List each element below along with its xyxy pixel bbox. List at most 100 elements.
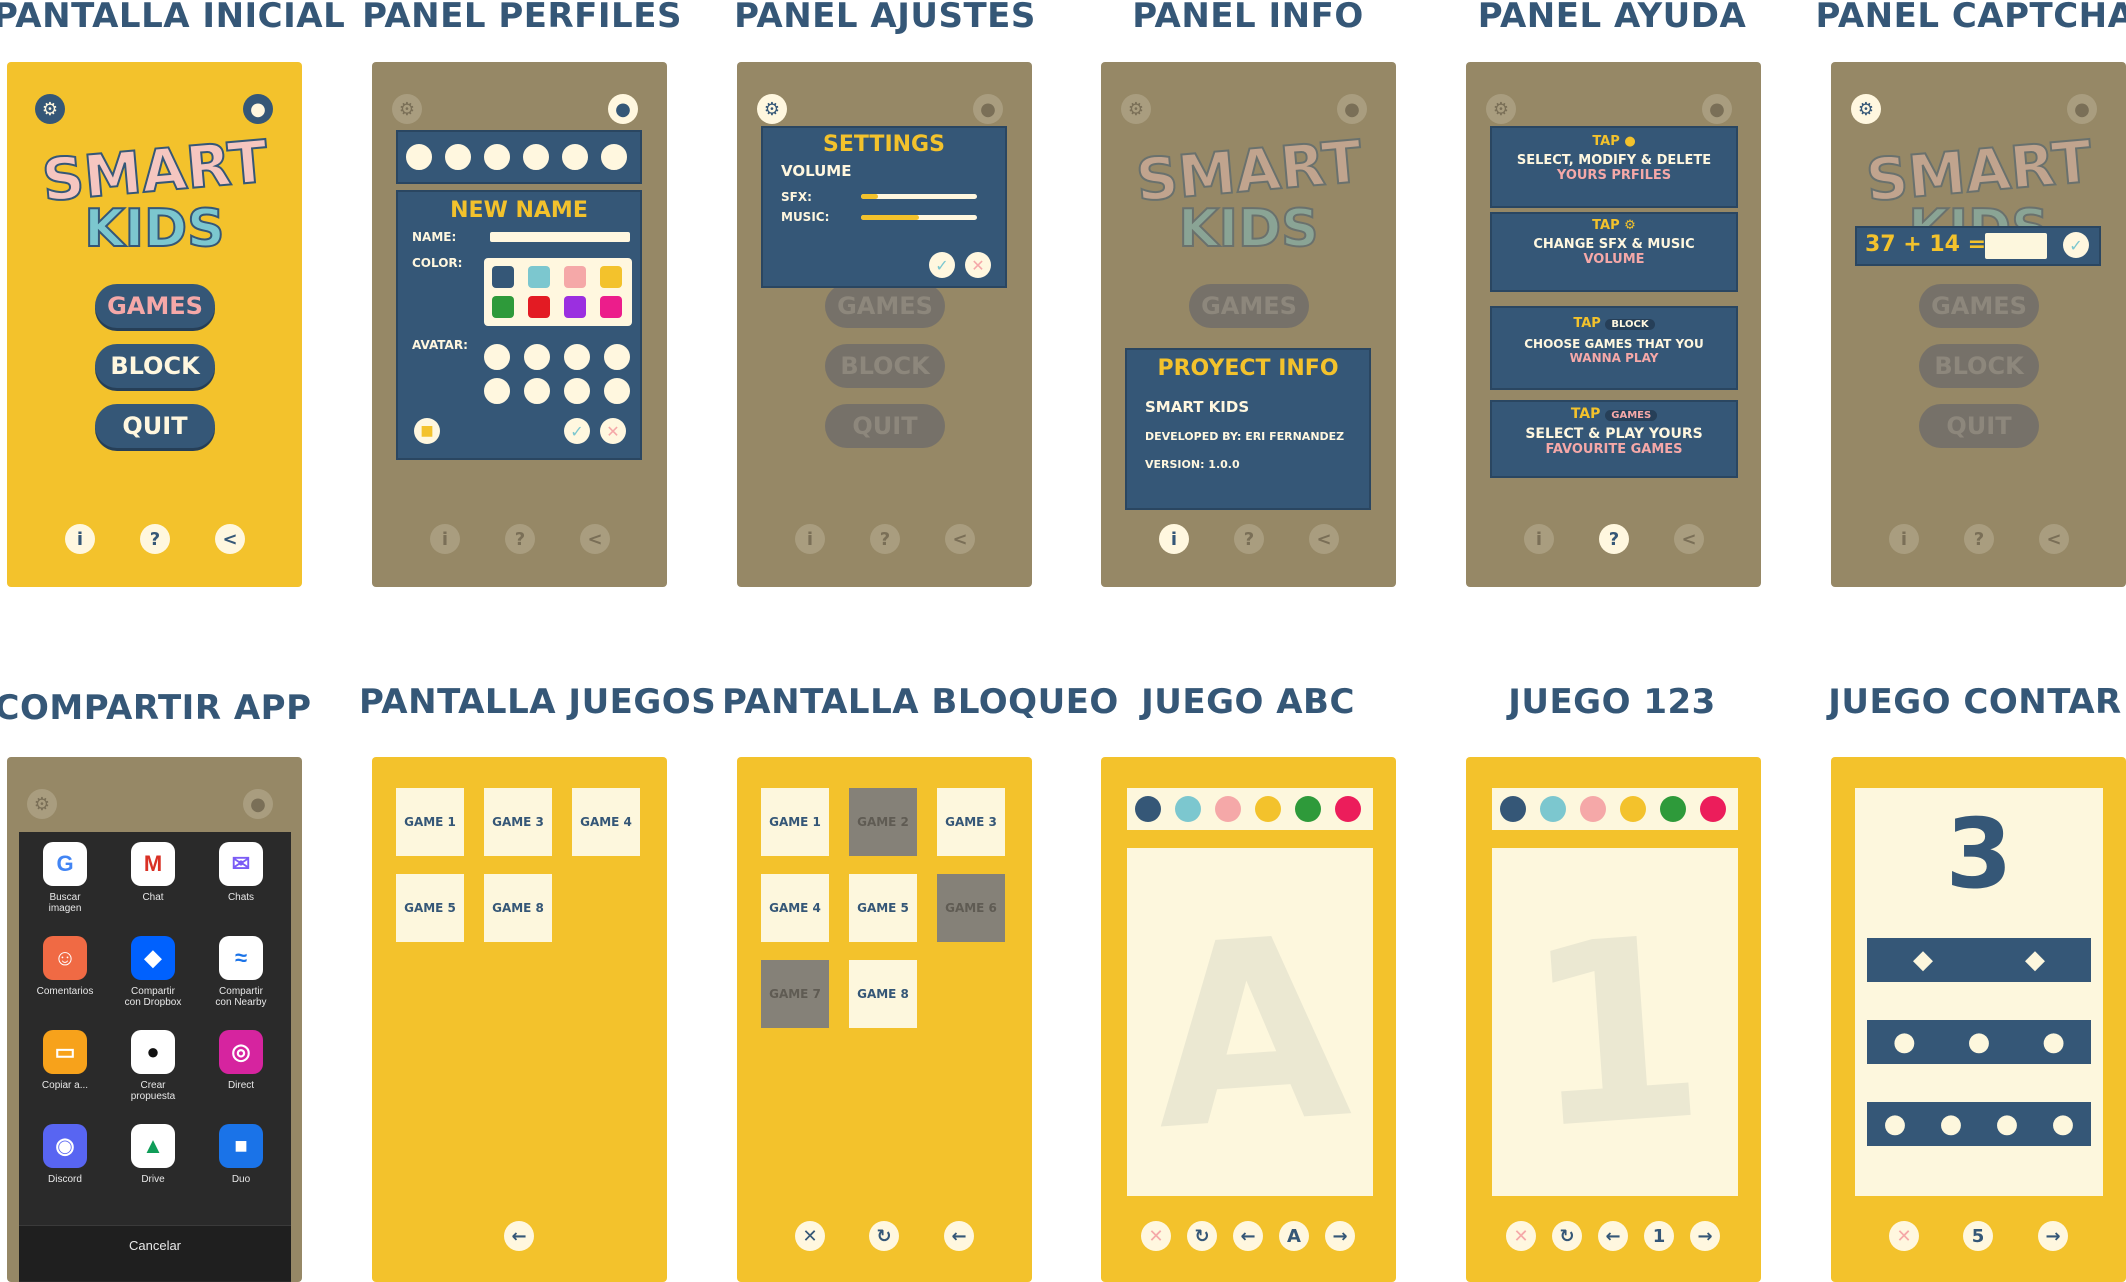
block-button[interactable]: BLOCK xyxy=(95,344,215,388)
trash-icon[interactable]: ■ xyxy=(414,418,440,444)
drawing-canvas[interactable]: 1 xyxy=(1492,848,1738,1196)
color-dot[interactable] xyxy=(1660,796,1686,822)
cancel-icon[interactable]: ✕ xyxy=(965,252,991,278)
color-dot[interactable] xyxy=(1700,796,1726,822)
lock-tile[interactable]: GAME 5 xyxy=(849,874,917,942)
confirm-icon[interactable]: ✓ xyxy=(2063,232,2089,258)
lock-tile[interactable]: GAME 8 xyxy=(849,960,917,1028)
help-icon[interactable]: ? xyxy=(140,524,170,554)
count-option-dogs[interactable]: ● ● ● ● xyxy=(1867,1102,2091,1146)
color-dot[interactable] xyxy=(1335,796,1361,822)
music-slider[interactable] xyxy=(861,215,977,220)
cancel-icon[interactable]: ✕ xyxy=(600,418,626,444)
color-dot[interactable] xyxy=(1620,796,1646,822)
lock-tile-blocked[interactable]: GAME 2 xyxy=(849,788,917,856)
profile-slot-3[interactable] xyxy=(482,142,512,172)
color-swatch-4[interactable] xyxy=(600,266,622,288)
count-option-pigs[interactable]: ● ● ● xyxy=(1867,1020,2091,1064)
avatar-option-cat[interactable] xyxy=(522,342,552,372)
lock-tile[interactable]: GAME 4 xyxy=(761,874,829,942)
avatar-option-bear[interactable] xyxy=(562,342,592,372)
color-dot[interactable] xyxy=(1175,796,1201,822)
confirm-icon[interactable]: ✓ xyxy=(564,418,590,444)
color-dot[interactable] xyxy=(1540,796,1566,822)
gear-icon[interactable]: ⚙ xyxy=(35,94,65,124)
share-target[interactable]: ■ Duo xyxy=(201,1124,281,1185)
sfx-slider[interactable] xyxy=(861,194,977,199)
profile-slot-1[interactable] xyxy=(404,142,434,172)
share-target[interactable]: ◉ Discord xyxy=(25,1124,105,1185)
share-target[interactable]: ▭ Copiar a... xyxy=(25,1030,105,1091)
game-tile[interactable]: GAME 3 xyxy=(484,788,552,856)
close-icon[interactable]: ✕ xyxy=(1141,1221,1171,1251)
avatar-option-rabbit[interactable] xyxy=(522,376,552,406)
share-target[interactable]: ≈ Compartir con Nearby xyxy=(201,936,281,1008)
next-arrow-icon[interactable]: → xyxy=(1690,1221,1720,1251)
close-icon[interactable]: ✕ xyxy=(1506,1221,1536,1251)
count-option-cats[interactable]: ◆ ◆ xyxy=(1867,938,2091,982)
name-input[interactable] xyxy=(490,232,630,242)
back-arrow-icon[interactable]: ← xyxy=(944,1221,974,1251)
back-arrow-icon[interactable]: ← xyxy=(504,1221,534,1251)
share-target[interactable]: ● Crear propuesta xyxy=(113,1030,193,1102)
reset-icon[interactable]: ↻ xyxy=(1552,1221,1582,1251)
share-target[interactable]: ◆ Compartir con Dropbox xyxy=(113,936,193,1008)
prev-arrow-icon[interactable]: ← xyxy=(1598,1221,1628,1251)
lock-tile[interactable]: GAME 3 xyxy=(937,788,1005,856)
close-icon[interactable]: ✕ xyxy=(795,1221,825,1251)
avatar-option-cat-2[interactable] xyxy=(482,376,512,406)
profile-slot-4[interactable] xyxy=(521,142,551,172)
prev-arrow-icon[interactable]: ← xyxy=(1233,1221,1263,1251)
share-target[interactable]: M Chat xyxy=(113,842,193,903)
user-icon[interactable]: ● xyxy=(243,94,273,124)
profile-slot-5[interactable] xyxy=(560,142,590,172)
games-button[interactable]: GAMES xyxy=(95,284,215,328)
gear-icon[interactable]: ⚙ xyxy=(757,94,787,124)
share-target[interactable]: ✉ Chats xyxy=(201,842,281,903)
reset-icon[interactable]: ↻ xyxy=(1187,1221,1217,1251)
info-icon[interactable]: i xyxy=(65,524,95,554)
share-icon[interactable]: < xyxy=(215,524,245,554)
color-dot[interactable] xyxy=(1135,796,1161,822)
drawing-canvas[interactable]: A xyxy=(1127,848,1373,1196)
lock-tile-blocked[interactable]: GAME 7 xyxy=(761,960,829,1028)
help-icon[interactable]: ? xyxy=(1599,524,1629,554)
game-tile[interactable]: GAME 5 xyxy=(396,874,464,942)
color-swatch-8[interactable] xyxy=(600,296,622,318)
profile-slot-6[interactable] xyxy=(599,142,629,172)
user-icon[interactable]: ● xyxy=(608,94,638,124)
avatar-option-dog[interactable] xyxy=(482,342,512,372)
info-icon[interactable]: i xyxy=(1159,524,1189,554)
game-tile[interactable]: GAME 1 xyxy=(396,788,464,856)
avatar-option-person[interactable] xyxy=(602,342,632,372)
share-target[interactable]: ▲ Drive xyxy=(113,1124,193,1185)
next-arrow-icon[interactable]: → xyxy=(2038,1221,2068,1251)
color-swatch-1[interactable] xyxy=(492,266,514,288)
color-swatch-5[interactable] xyxy=(492,296,514,318)
next-arrow-icon[interactable]: → xyxy=(1325,1221,1355,1251)
captcha-answer-input[interactable] xyxy=(1985,233,2047,259)
cancel-button[interactable]: Cancelar xyxy=(19,1238,291,1253)
close-icon[interactable]: ✕ xyxy=(1889,1221,1919,1251)
color-swatch-6[interactable] xyxy=(528,296,550,318)
color-dot[interactable] xyxy=(1295,796,1321,822)
share-target[interactable]: ☺ Comentarios xyxy=(25,936,105,997)
reset-icon[interactable]: ↻ xyxy=(869,1221,899,1251)
share-target[interactable]: G Buscar imagen xyxy=(25,842,105,914)
game-tile[interactable]: GAME 4 xyxy=(572,788,640,856)
profile-slot-2[interactable] xyxy=(443,142,473,172)
color-swatch-2[interactable] xyxy=(528,266,550,288)
color-swatch-7[interactable] xyxy=(564,296,586,318)
color-dot[interactable] xyxy=(1500,796,1526,822)
lock-tile[interactable]: GAME 1 xyxy=(761,788,829,856)
color-dot[interactable] xyxy=(1255,796,1281,822)
color-swatch-3[interactable] xyxy=(564,266,586,288)
color-dot[interactable] xyxy=(1215,796,1241,822)
share-target[interactable]: ◎ Direct xyxy=(201,1030,281,1091)
lock-tile-blocked[interactable]: GAME 6 xyxy=(937,874,1005,942)
avatar-option-person-3[interactable] xyxy=(602,376,632,406)
game-tile[interactable]: GAME 8 xyxy=(484,874,552,942)
color-dot[interactable] xyxy=(1580,796,1606,822)
confirm-icon[interactable]: ✓ xyxy=(929,252,955,278)
quit-button[interactable]: QUIT xyxy=(95,404,215,448)
